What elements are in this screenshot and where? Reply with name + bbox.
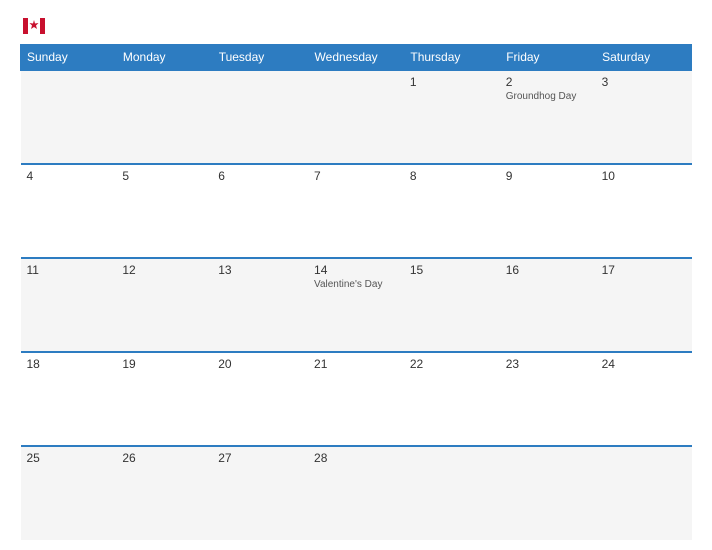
calendar-table: SundayMondayTuesdayWednesdayThursdayFrid… xyxy=(20,44,692,540)
logo xyxy=(20,18,45,34)
calendar-cell: 23 xyxy=(500,352,596,446)
calendar-cell xyxy=(116,70,212,164)
day-number: 28 xyxy=(314,451,398,465)
day-number: 22 xyxy=(410,357,494,371)
calendar-cell: 13 xyxy=(212,258,308,352)
calendar-cell: 22 xyxy=(404,352,500,446)
calendar-cell: 25 xyxy=(21,446,117,540)
day-number: 14 xyxy=(314,263,398,277)
day-number: 1 xyxy=(410,75,494,89)
calendar-header-row: SundayMondayTuesdayWednesdayThursdayFrid… xyxy=(21,45,692,71)
day-number: 26 xyxy=(122,451,206,465)
day-of-week-header: Friday xyxy=(500,45,596,71)
day-number: 19 xyxy=(122,357,206,371)
calendar-cell: 28 xyxy=(308,446,404,540)
calendar-cell: 2 Groundhog Day xyxy=(500,70,596,164)
day-number: 23 xyxy=(506,357,590,371)
calendar-cell xyxy=(212,70,308,164)
calendar-cell: 7 xyxy=(308,164,404,258)
calendar-cell: 12 xyxy=(116,258,212,352)
calendar-cell xyxy=(500,446,596,540)
calendar-cell xyxy=(308,70,404,164)
calendar-cell: 26 xyxy=(116,446,212,540)
day-number: 3 xyxy=(602,75,686,89)
day-number: 8 xyxy=(410,169,494,183)
calendar-cell: 20 xyxy=(212,352,308,446)
day-number: 25 xyxy=(27,451,111,465)
calendar-body: 12Groundhog Day34567891011121314Valentin… xyxy=(21,70,692,540)
day-of-week-header: Sunday xyxy=(21,45,117,71)
calendar-cell: 6 xyxy=(212,164,308,258)
day-number: 13 xyxy=(218,263,302,277)
day-number: 7 xyxy=(314,169,398,183)
day-event: Valentine's Day xyxy=(314,279,398,290)
calendar-cell: 9 xyxy=(500,164,596,258)
days-of-week-row: SundayMondayTuesdayWednesdayThursdayFrid… xyxy=(21,45,692,71)
calendar-cell: 1 xyxy=(404,70,500,164)
day-number: 6 xyxy=(218,169,302,183)
calendar-cell: 3 xyxy=(596,70,692,164)
calendar-cell: 8 xyxy=(404,164,500,258)
calendar-cell xyxy=(21,70,117,164)
calendar-cell: 24 xyxy=(596,352,692,446)
day-of-week-header: Thursday xyxy=(404,45,500,71)
day-number: 16 xyxy=(506,263,590,277)
calendar-week-row: 25 26 27 28 xyxy=(21,446,692,540)
calendar-cell: 27 xyxy=(212,446,308,540)
day-number: 12 xyxy=(122,263,206,277)
day-number: 17 xyxy=(602,263,686,277)
day-number: 5 xyxy=(122,169,206,183)
calendar-week-row: 18 19 20 21 22 23 24 xyxy=(21,352,692,446)
day-number: 4 xyxy=(27,169,111,183)
calendar-page: SundayMondayTuesdayWednesdayThursdayFrid… xyxy=(0,0,712,550)
day-number: 15 xyxy=(410,263,494,277)
day-number: 24 xyxy=(602,357,686,371)
calendar-cell: 15 xyxy=(404,258,500,352)
day-number: 21 xyxy=(314,357,398,371)
calendar-cell: 21 xyxy=(308,352,404,446)
calendar-cell: 19 xyxy=(116,352,212,446)
day-number: 10 xyxy=(602,169,686,183)
calendar-week-row: 456789 10 xyxy=(21,164,692,258)
calendar-cell: 5 xyxy=(116,164,212,258)
day-of-week-header: Saturday xyxy=(596,45,692,71)
day-event: Groundhog Day xyxy=(506,91,590,102)
calendar-cell xyxy=(596,446,692,540)
calendar-cell: 10 xyxy=(596,164,692,258)
day-of-week-header: Monday xyxy=(116,45,212,71)
calendar-header xyxy=(20,18,692,34)
calendar-cell: 18 xyxy=(21,352,117,446)
day-of-week-header: Tuesday xyxy=(212,45,308,71)
calendar-cell xyxy=(404,446,500,540)
calendar-cell: 4 xyxy=(21,164,117,258)
calendar-cell: 11 xyxy=(21,258,117,352)
day-number: 27 xyxy=(218,451,302,465)
calendar-week-row: 12 Groundhog Day 3 xyxy=(21,70,692,164)
day-number: 18 xyxy=(27,357,111,371)
flag-icon xyxy=(23,18,45,34)
day-number: 11 xyxy=(27,263,111,277)
day-of-week-header: Wednesday xyxy=(308,45,404,71)
calendar-cell: 16 xyxy=(500,258,596,352)
calendar-cell: 17 xyxy=(596,258,692,352)
day-number: 20 xyxy=(218,357,302,371)
day-number: 2 xyxy=(506,75,590,89)
calendar-week-row: 11 12 13 14 Valentine's Day 15 16 17 xyxy=(21,258,692,352)
day-number: 9 xyxy=(506,169,590,183)
calendar-cell: 14 Valentine's Day xyxy=(308,258,404,352)
